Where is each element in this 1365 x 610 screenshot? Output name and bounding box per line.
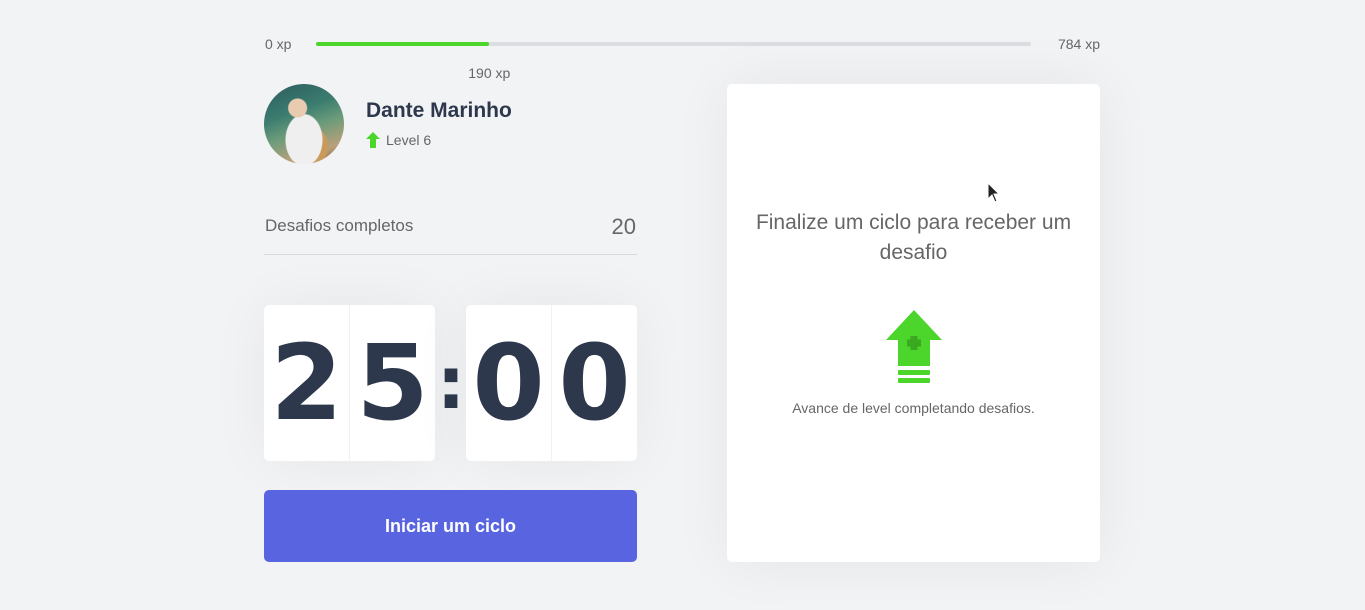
challenge-title: Finalize um ciclo para receber um desafi… (755, 211, 1072, 264)
xp-current-label: 190 xp (468, 65, 511, 81)
experience-bar: 0 xp 190 xp 784 xp (264, 30, 1100, 81)
avatar (264, 84, 344, 164)
xp-max-label: 784 xp (1057, 36, 1100, 52)
profile: Dante Marinho Level 6 (264, 84, 637, 164)
countdown-seconds: 0 0 (466, 305, 637, 461)
completed-challenges: Desafios completos 20 (264, 212, 637, 255)
countdown-separator: : (436, 341, 466, 425)
challenge-hint: Avance de level completando desafios. (792, 400, 1035, 416)
countdown-minutes: 2 5 (264, 305, 435, 461)
challenge-box: Finalize um ciclo para receber um desafi… (727, 84, 1100, 562)
minutes-ones-digit: 5 (356, 322, 429, 444)
level-label: Level 6 (386, 132, 432, 148)
seconds-ones-digit: 0 (558, 322, 631, 444)
level-up-icon (886, 310, 942, 383)
minutes-tens-digit: 2 (264, 305, 350, 461)
mouse-cursor-icon (987, 182, 1001, 203)
completed-challenges-count: 20 (611, 214, 636, 239)
xp-track: 190 xp (316, 42, 1031, 81)
xp-min-label: 0 xp (265, 36, 292, 52)
seconds-tens-digit: 0 (466, 305, 552, 461)
level-up-arrow-icon (366, 132, 380, 148)
profile-level: Level 6 (366, 131, 431, 149)
countdown: 2 5 : 0 0 (264, 305, 637, 461)
profile-name: Dante Marinho (366, 99, 512, 122)
start-cycle-button[interactable]: Iniciar um ciclo (264, 490, 637, 562)
completed-challenges-label: Desafios completos (265, 216, 414, 235)
xp-progress-fill (316, 42, 490, 46)
